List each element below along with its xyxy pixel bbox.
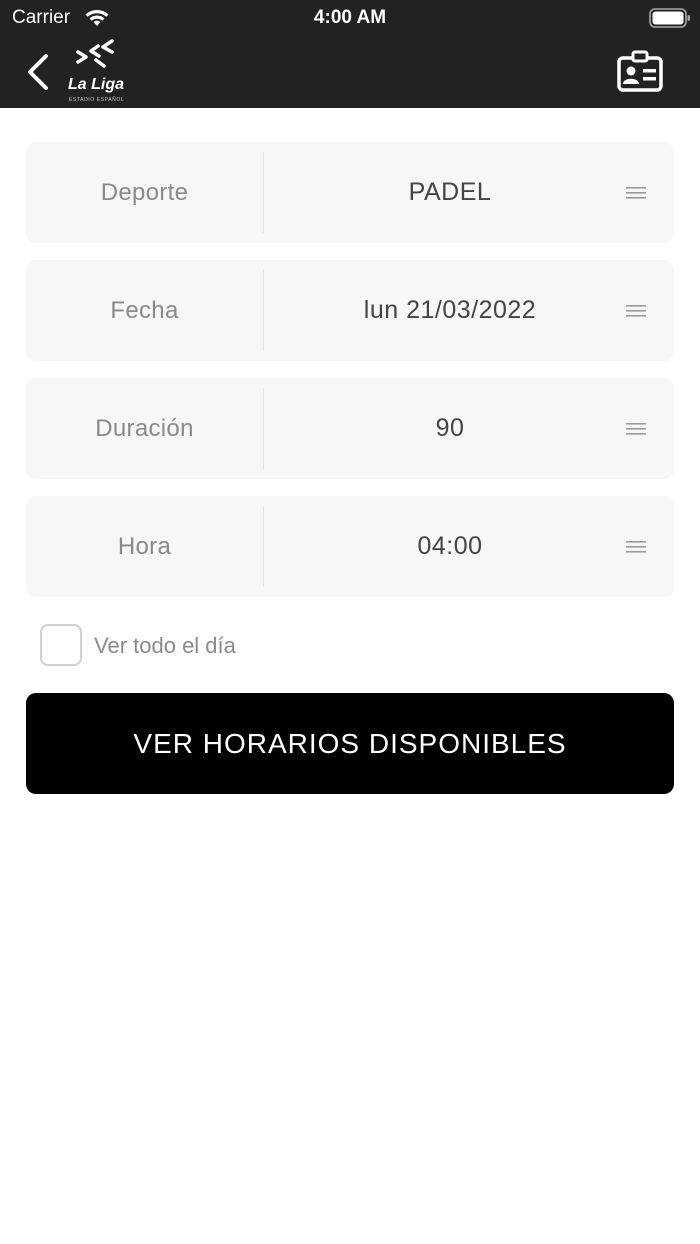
id-card-icon[interactable] [616,50,664,94]
status-bar: Carrier 4:00 AM [0,0,700,36]
field-label: Hora [117,532,172,560]
field-value: lun 21/03/2022 [363,296,537,324]
field-label: Duración [95,414,194,442]
sport-field[interactable]: Deporte PADEL [26,142,674,243]
field-value: 04:00 [417,532,483,560]
all-day-checkbox[interactable] [40,624,82,666]
field-label: Fecha [110,296,179,324]
field-label: Deporte [100,178,189,206]
time-field[interactable]: Hora 04:00 [26,496,674,597]
battery-full-icon [649,8,690,28]
menu-icon [626,541,646,553]
field-value: 90 [435,414,465,442]
all-day-label[interactable]: Ver todo el día [94,633,236,659]
view-available-times-button[interactable]: VER HORARIOS DISPONIBLES [26,693,674,794]
logo-subtext: ESTADIO ESPAÑOL [69,97,125,103]
logo-text: La Liga [68,76,125,93]
date-field[interactable]: Fecha lun 21/03/2022 [26,260,674,361]
laliga-logo-mark [76,39,114,68]
chevron-left-icon[interactable] [24,50,54,94]
laliga-logo: La Liga ESTADIO ESPAÑOL [64,36,134,108]
status-time: 4:00 AM [313,7,387,28]
menu-icon [626,423,646,435]
duration-field[interactable]: Duración 90 [26,378,674,479]
menu-icon [626,187,646,199]
menu-icon [626,305,646,317]
nav-bar: La Liga ESTADIO ESPAÑOL [0,36,700,108]
field-value: PADEL [408,178,492,206]
all-day-option: Ver todo el día [40,624,440,666]
